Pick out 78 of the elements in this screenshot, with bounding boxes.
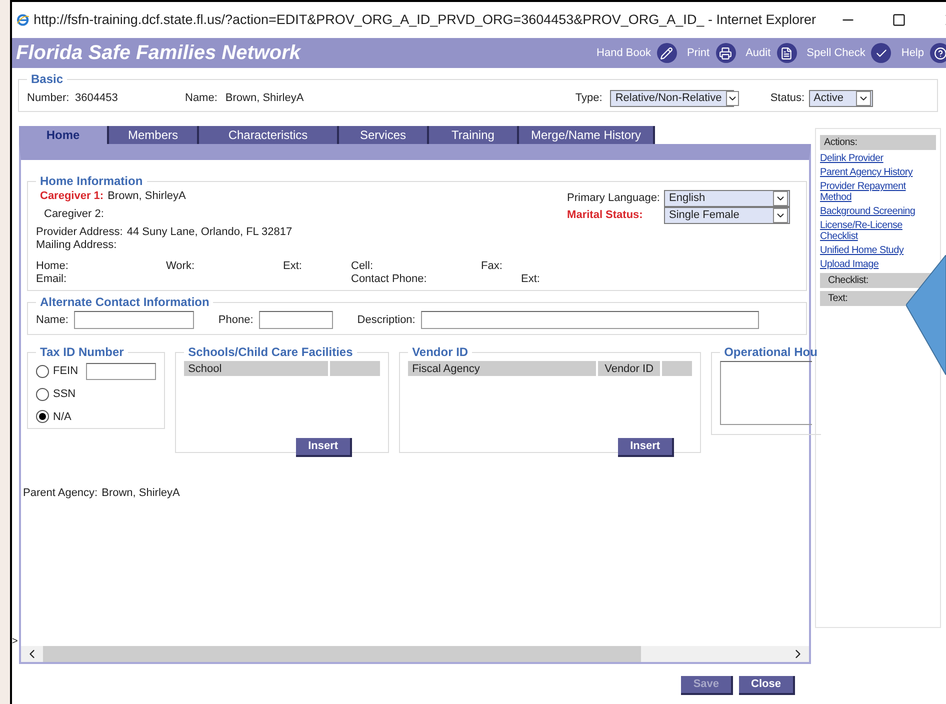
field-label: Phone:: [218, 312, 254, 328]
parent-agency-value: Brown, ShirleyA: [102, 486, 180, 501]
section-title: Tax ID Number: [39, 344, 125, 361]
action-link[interactable]: Delink Provider: [820, 153, 936, 164]
printer-icon[interactable]: [716, 43, 736, 63]
section-title: Vendor ID: [411, 344, 470, 361]
radio-label: N/A: [53, 410, 72, 424]
stray-mark: >: [12, 635, 18, 649]
address-value: 44 Suny Lane, Orlando, FL 32817: [126, 226, 292, 239]
field-label: Name:: [36, 312, 68, 328]
tab[interactable]: Home: [19, 126, 109, 144]
help-icon[interactable]: [930, 43, 946, 63]
field-label: Mailing Address:: [36, 239, 117, 251]
field-label: Parent Agency:: [23, 486, 98, 501]
field-label: Cell:: [351, 260, 374, 273]
section-title: Basic: [30, 71, 64, 88]
field-label: Type:: [575, 90, 602, 106]
document-icon[interactable]: [776, 43, 797, 63]
radio-button[interactable]: [36, 410, 49, 424]
field-label: Caregiver 1:: [40, 190, 104, 203]
tab[interactable]: Merge/Name History: [519, 126, 656, 144]
status-select[interactable]: Active: [808, 90, 873, 106]
maximize-icon[interactable]: [892, 13, 906, 27]
tab[interactable]: Characteristics: [199, 126, 339, 144]
field-label: Work:: [166, 260, 196, 273]
column-header: School: [184, 361, 328, 376]
field-label: Ext:: [521, 273, 541, 286]
text-input[interactable]: [259, 311, 334, 329]
action-link[interactable]: Provider Repayment Method: [820, 181, 936, 203]
name-value: Brown, ShirleyA: [225, 90, 305, 106]
tab[interactable]: Members: [109, 126, 199, 144]
column-header: Fiscal Agency: [408, 361, 596, 376]
field-label: Home:: [36, 260, 70, 273]
radio-button[interactable]: [36, 365, 49, 378]
field-label: Contact Phone:: [351, 273, 428, 286]
field-label: Caregiver 2:: [44, 208, 104, 220]
action-link[interactable]: Parent Agency History: [820, 167, 936, 178]
action-link[interactable]: Upload Image: [820, 259, 936, 270]
text-input[interactable]: [421, 311, 760, 329]
section-title: Schools/Child Care Facilities: [187, 344, 354, 361]
insert-button[interactable]: Insert: [618, 438, 674, 457]
radio-label: FEIN: [53, 364, 78, 380]
language-select[interactable]: English: [664, 190, 790, 207]
horizontal-scrollbar[interactable]: [21, 646, 809, 662]
action-link[interactable]: License/Re-License Checklist: [820, 220, 936, 242]
field-label: Provider Address:: [36, 226, 123, 239]
field-label: Primary Language:: [567, 192, 660, 205]
radio-label: SSN: [53, 387, 76, 402]
hours-textarea[interactable]: [720, 361, 812, 425]
check-icon[interactable]: [871, 43, 892, 63]
section-header: Actions:: [820, 135, 936, 150]
section-title: Operational Hou: [723, 344, 818, 361]
text-input[interactable]: [74, 311, 194, 329]
window-title: http://fsfn-training.dcf.state.fl.us/?action=EDIT&PROV_ORG_A_ID_PRVD_ORG=3604453&PROV_ORG_A_ID_ - Internet Explorer: [34, 10, 816, 29]
insert-button[interactable]: Insert: [296, 438, 352, 457]
field-label: Status:: [770, 90, 805, 106]
tab[interactable]: Services: [339, 126, 429, 144]
field-label: Fax:: [481, 260, 504, 273]
number-value: 3604453: [75, 90, 119, 106]
section-title: Alternate Contact Information: [39, 294, 210, 311]
action-link[interactable]: Background Screening: [820, 206, 936, 217]
action-link[interactable]: Unified Home Study: [820, 245, 936, 256]
field-label: Name:: [185, 90, 218, 106]
column-header: Vendor ID: [598, 361, 660, 376]
tab[interactable]: Training: [429, 126, 519, 144]
app-title: Florida Safe Families Network: [16, 41, 301, 66]
field-label: Email:: [36, 273, 68, 286]
close-button[interactable]: Close: [739, 676, 795, 695]
field-label: Number:: [27, 90, 67, 106]
radio-button[interactable]: [36, 388, 49, 401]
field-label: Description:: [357, 312, 416, 328]
marital-status-select[interactable]: Single Female: [664, 207, 790, 224]
caregiver-value: Brown, ShirleyA: [108, 190, 186, 203]
section-title: Home Information: [39, 173, 144, 190]
field-label: Ext:: [283, 260, 303, 273]
pencil-icon[interactable]: [656, 43, 677, 63]
field-label: Marital Status:: [567, 209, 644, 222]
fein-input[interactable]: [86, 363, 156, 380]
